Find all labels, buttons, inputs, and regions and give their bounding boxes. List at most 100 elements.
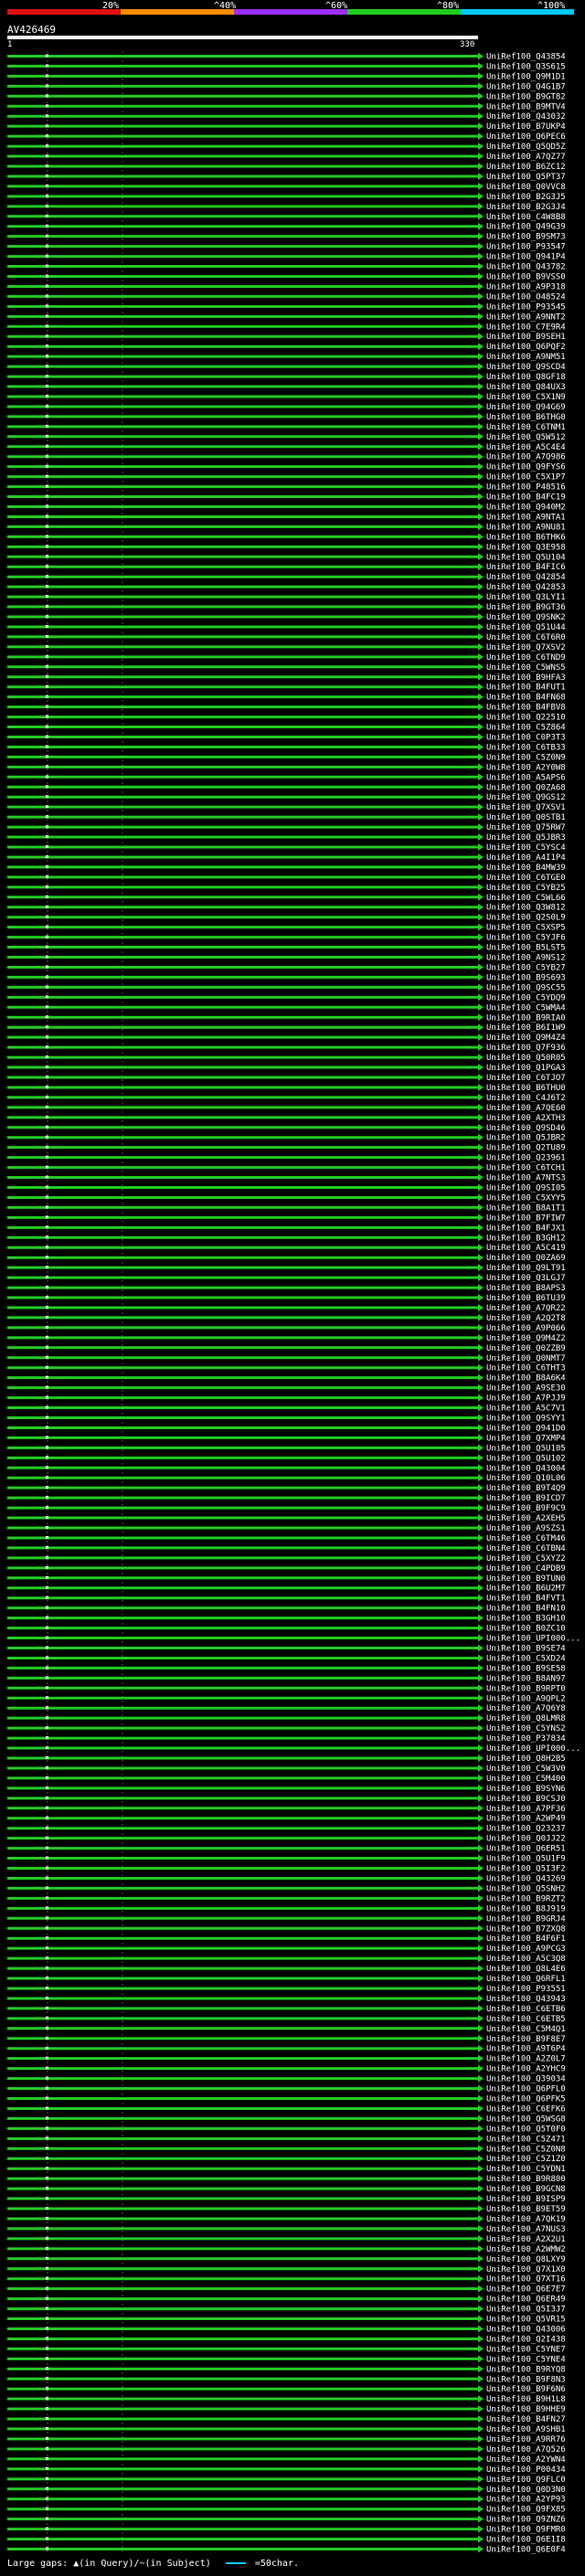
hit-label[interactable]: UniRef100_A5C4E4 — [486, 443, 566, 452]
hit-label[interactable]: UniRef100_C6ETB5 — [486, 2015, 566, 2024]
hit-label[interactable]: UniRef100_C5M4Q1 — [486, 2025, 566, 2034]
hit-label[interactable]: UniRef100_Q5T0F0 — [486, 2125, 566, 2134]
hit-label[interactable]: UniRef100_Q3W812 — [486, 904, 566, 913]
hit-label[interactable]: UniRef100_C6TND9 — [486, 653, 566, 663]
hit-label[interactable]: UniRef100_Q0ZA68 — [486, 783, 566, 792]
hit-label[interactable]: UniRef100_A7QK19 — [486, 2215, 566, 2224]
hit-label[interactable]: UniRef100_Q94G69 — [486, 403, 566, 412]
hit-label[interactable]: UniRef100_Q9FYS6 — [486, 463, 566, 472]
hit-label[interactable]: UniRef100_C5YNE7 — [486, 2345, 566, 2354]
hit-label[interactable]: UniRef100_Q8H2B5 — [486, 1754, 566, 1764]
hit-label[interactable]: UniRef100_Q9SNK2 — [486, 613, 566, 622]
hit-label[interactable]: UniRef100_Q2TU89 — [486, 1144, 566, 1153]
hit-label[interactable]: UniRef100_A7QR22 — [486, 1304, 566, 1313]
hit-label[interactable]: UniRef100_Q39034 — [486, 2075, 566, 2084]
hit-label[interactable]: UniRef100_A2XEH5 — [486, 1514, 566, 1523]
hit-label[interactable]: UniRef100_Q1PGA3 — [486, 1064, 566, 1073]
hit-label[interactable]: UniRef100_Q9SD46 — [486, 1124, 566, 1133]
hit-label[interactable]: UniRef100_Q42854 — [486, 573, 566, 582]
hit-label[interactable]: UniRef100_A7NTS3 — [486, 1174, 566, 1183]
hit-label[interactable]: UniRef100_B4FN27 — [486, 2415, 566, 2424]
hit-label[interactable]: UniRef100_A9SHB1 — [486, 2425, 566, 2434]
hit-label[interactable]: UniRef100_A2YP93 — [486, 2496, 566, 2505]
hit-label[interactable]: UniRef100_Q2S0L9 — [486, 914, 566, 923]
hit-label[interactable]: UniRef100_Q9SCD4 — [486, 363, 566, 372]
hit-label[interactable]: UniRef100_A9RR76 — [486, 2435, 566, 2444]
hit-label[interactable]: UniRef100_C0P3T3 — [486, 733, 566, 742]
hit-label[interactable]: UniRef100_B0ZC10 — [486, 1625, 566, 1634]
hit-label[interactable]: UniRef100_A7PJJ9 — [486, 1394, 566, 1404]
hit-label[interactable]: UniRef100_B9RPT0 — [486, 1684, 566, 1693]
hit-label[interactable]: UniRef100_Q8GF18 — [486, 373, 566, 382]
hit-label[interactable]: UniRef100_C5XYY5 — [486, 1193, 566, 1203]
hit-label[interactable]: UniRef100_C5XD24 — [486, 1654, 566, 1663]
hit-label[interactable]: UniRef100_B4MW39 — [486, 864, 566, 873]
hit-label[interactable]: UniRef100_Q75RW7 — [486, 823, 566, 832]
hit-label[interactable]: UniRef100_Q8L4E6 — [486, 1965, 566, 1974]
hit-label[interactable]: UniRef100_P48516 — [486, 483, 566, 493]
hit-label[interactable]: UniRef100_Q5W512 — [486, 433, 566, 442]
hit-label[interactable]: UniRef100_Q941D0 — [486, 1424, 566, 1433]
hit-label[interactable]: UniRef100_Q0D3N0 — [486, 2486, 566, 2495]
hit-label[interactable]: UniRef100_B4FVT1 — [486, 1595, 566, 1604]
hit-label[interactable]: UniRef100_C5YB25 — [486, 884, 566, 893]
hit-label[interactable]: UniRef100_C6TJO7 — [486, 1074, 566, 1083]
hit-label[interactable]: UniRef100_Q6PFL0 — [486, 2085, 566, 2094]
hit-label[interactable]: UniRef100_Q5SNH2 — [486, 1884, 566, 1893]
hit-label[interactable]: UniRef100_B9CSJ0 — [486, 1795, 566, 1804]
hit-label[interactable]: UniRef100_Q7F936 — [486, 1044, 566, 1053]
hit-label[interactable]: UniRef100_Q42853 — [486, 583, 566, 592]
hit-label[interactable]: UniRef100_A2X2U1 — [486, 2235, 566, 2244]
hit-label[interactable]: UniRef100_B9TUN0 — [486, 1574, 566, 1584]
hit-label[interactable]: UniRef100_B9GCN8 — [486, 2185, 566, 2194]
hit-label[interactable]: UniRef100_A9T6P4 — [486, 2045, 566, 2054]
hit-label[interactable]: UniRef100_Q5PT37 — [486, 173, 566, 182]
hit-label[interactable]: UniRef100_Q0STB1 — [486, 813, 566, 822]
hit-label[interactable]: UniRef100_B2G3J5 — [486, 193, 566, 202]
hit-label[interactable]: UniRef100_Q84UX3 — [486, 383, 566, 392]
hit-label[interactable]: UniRef100_Q5WSG8 — [486, 2115, 566, 2124]
hit-label[interactable]: UniRef100_Q0ZA69 — [486, 1254, 566, 1263]
hit-label[interactable]: UniRef100_B6THG0 — [486, 413, 566, 422]
hit-label[interactable]: UniRef100_C4W8B8 — [486, 213, 566, 222]
hit-label[interactable]: UniRef100_A5C3Q8 — [486, 1955, 566, 1964]
hit-label[interactable]: UniRef100_A7PF36 — [486, 1805, 566, 1814]
hit-label[interactable]: UniRef100_P93547 — [486, 243, 566, 252]
hit-label[interactable]: UniRef100_Q6PFK5 — [486, 2095, 566, 2104]
hit-label[interactable]: UniRef100_B6U2M7 — [486, 1585, 566, 1594]
hit-label[interactable]: UniRef100_A9SZS1 — [486, 1524, 566, 1533]
hit-label[interactable]: UniRef100_B3GH10 — [486, 1615, 566, 1624]
hit-label[interactable]: UniRef100_Q5U104 — [486, 553, 566, 562]
hit-label[interactable]: UniRef100_Q5QD5Z — [486, 143, 566, 152]
hit-label[interactable]: UniRef100_B9T4Q9 — [486, 1484, 566, 1493]
hit-label[interactable]: UniRef100_Q8LMR8 — [486, 1714, 566, 1723]
hit-label[interactable]: UniRef100_B9F6N6 — [486, 2385, 566, 2394]
hit-label[interactable]: UniRef100_B9HHE9 — [486, 2405, 566, 2414]
hit-label[interactable]: UniRef100_B6THU0 — [486, 1084, 566, 1093]
hit-label[interactable]: UniRef100_Q6ER49 — [486, 2295, 566, 2305]
hit-label[interactable]: UniRef100_C5M400 — [486, 1775, 566, 1784]
hit-label[interactable]: UniRef100_A9NU81 — [486, 523, 566, 532]
hit-label[interactable]: UniRef100_B4F6F1 — [486, 1935, 566, 1944]
hit-label[interactable]: UniRef100_C5YJF6 — [486, 934, 566, 943]
hit-label[interactable]: UniRef100_B4FN10 — [486, 1605, 566, 1614]
hit-label[interactable]: UniRef100_B4FIC6 — [486, 563, 566, 572]
hit-label[interactable]: UniRef100_Q7XT16 — [486, 2275, 566, 2284]
hit-label[interactable]: UniRef100_Q6E7E7 — [486, 2285, 566, 2295]
hit-label[interactable]: UniRef100_B6TU39 — [486, 1294, 566, 1303]
hit-label[interactable]: UniRef100_Q43004 — [486, 1464, 566, 1473]
hit-label[interactable]: UniRef100_Q9M1D1 — [486, 72, 566, 81]
hit-label[interactable]: UniRef100_A2XTH3 — [486, 1114, 566, 1123]
hit-label[interactable]: UniRef100_B4FUT1 — [486, 684, 566, 693]
hit-label[interactable]: UniRef100_Q9FMR0 — [486, 2526, 566, 2535]
hit-label[interactable]: UniRef100_C4J6T2 — [486, 1094, 566, 1103]
hit-label[interactable]: UniRef100_C5YDN1 — [486, 2165, 566, 2174]
hit-label[interactable]: UniRef100_Q23237 — [486, 1825, 566, 1834]
hit-label[interactable]: UniRef100_A9NM51 — [486, 353, 566, 362]
hit-label[interactable]: UniRef100_C5YNE4 — [486, 2355, 566, 2364]
hit-label[interactable]: UniRef100_A7QZ77 — [486, 153, 566, 162]
hit-label[interactable]: UniRef100_B7UKP4 — [486, 122, 566, 132]
hit-label[interactable]: UniRef100_P93545 — [486, 302, 566, 312]
hit-label[interactable]: UniRef100_B2G3J4 — [486, 203, 566, 212]
hit-label[interactable]: UniRef100_Q50R05 — [486, 1054, 566, 1063]
